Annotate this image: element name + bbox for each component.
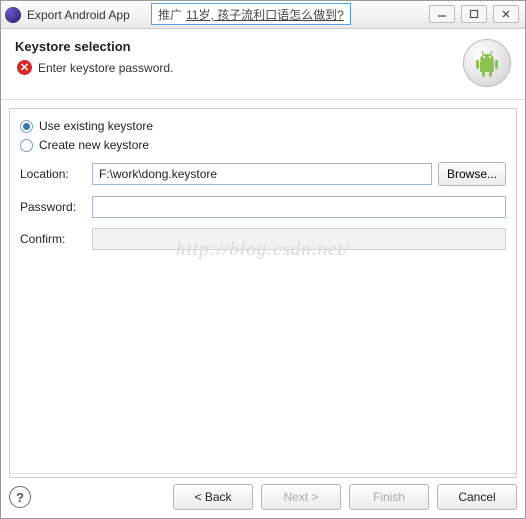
dialog-footer: ? < Back Next > Finish Cancel xyxy=(9,473,517,510)
next-button: Next > xyxy=(261,484,341,510)
form-area: Use existing keystore Create new keystor… xyxy=(9,108,517,478)
back-button[interactable]: < Back xyxy=(173,484,253,510)
error-message: Enter keystore password. xyxy=(38,61,173,75)
password-input[interactable] xyxy=(92,196,506,218)
eclipse-icon xyxy=(5,7,21,23)
cancel-button[interactable]: Cancel xyxy=(437,484,517,510)
location-label: Location: xyxy=(20,167,86,181)
close-button[interactable] xyxy=(493,5,519,23)
radio-icon xyxy=(20,139,33,152)
confirm-label: Confirm: xyxy=(20,232,86,246)
android-icon xyxy=(463,39,511,87)
confirm-input xyxy=(92,228,506,250)
radio-use-existing[interactable]: Use existing keystore xyxy=(20,119,506,133)
title-bar: Export Android App 推广 11岁, 孩子流利口语怎么做到? xyxy=(1,1,525,29)
minimize-button[interactable] xyxy=(429,5,455,23)
confirm-row: Confirm: xyxy=(20,228,506,250)
location-row: Location: Browse... xyxy=(20,162,506,186)
browse-button[interactable]: Browse... xyxy=(438,162,506,186)
ad-link[interactable]: 11岁, 孩子流利口语怎么做到? xyxy=(186,6,344,23)
ad-prefix: 推广 xyxy=(158,6,182,23)
radio-icon xyxy=(20,120,33,133)
password-label: Password: xyxy=(20,200,86,214)
window-title: Export Android App xyxy=(27,8,130,22)
error-row: ✕ Enter keystore password. xyxy=(17,60,173,75)
radio-create-new[interactable]: Create new keystore xyxy=(20,138,506,152)
maximize-button[interactable] xyxy=(461,5,487,23)
close-icon xyxy=(501,9,511,19)
password-row: Password: xyxy=(20,196,506,218)
help-button[interactable]: ? xyxy=(9,486,31,508)
ad-overlay[interactable]: 推广 11岁, 孩子流利口语怎么做到? xyxy=(151,3,351,25)
location-input[interactable] xyxy=(92,163,432,185)
header-divider xyxy=(1,99,525,100)
section-title: Keystore selection xyxy=(15,39,173,54)
minimize-icon xyxy=(437,9,447,19)
radio-label: Create new keystore xyxy=(39,138,149,152)
radio-label: Use existing keystore xyxy=(39,119,153,133)
maximize-icon xyxy=(469,9,479,19)
dialog-header: Keystore selection ✕ Enter keystore pass… xyxy=(1,29,525,93)
finish-button: Finish xyxy=(349,484,429,510)
window-controls xyxy=(429,5,519,23)
error-icon: ✕ xyxy=(17,60,32,75)
